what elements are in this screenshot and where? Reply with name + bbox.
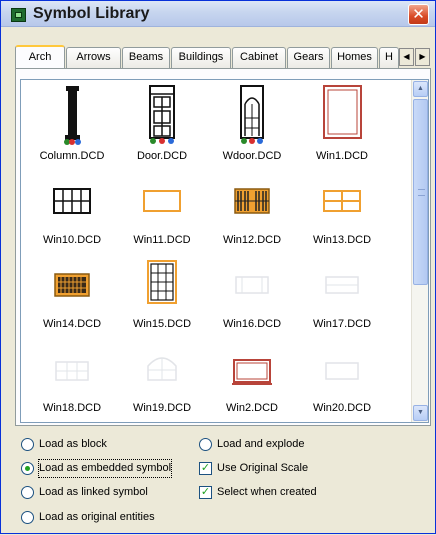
tab-buildings[interactable]: Buildings [171,47,231,68]
symbol-library-window: Symbol Library ✕ Arch Arrows Beams Build… [0,0,436,534]
symbol-item[interactable]: Win1.DCD [297,84,387,164]
symbol-label: Door.DCD [136,150,188,162]
window-sill-icon [207,336,297,398]
tab-bar: Arch Arrows Beams Buildings Cabinet Gear… [15,45,431,68]
symbol-label: Win15.DCD [132,318,192,330]
tab-scroll-left-button[interactable]: ◀ [399,48,414,66]
checkbox[interactable]: ✓ [199,486,212,499]
symbol-label: Win17.DCD [312,318,372,330]
column-icon [27,84,117,146]
symbol-item[interactable]: Win16.DCD [207,252,297,332]
radio-button[interactable] [21,511,34,524]
window-quad-icon [297,168,387,230]
symbol-item[interactable]: Win11.DCD [117,168,207,248]
door-icon [117,84,207,146]
symbol-label: Win11.DCD [133,234,191,246]
symbol-label: Wdoor.DCD [222,150,282,162]
wood-door-icon [207,84,297,146]
symbol-label: Win16.DCD [222,318,282,330]
symbol-item[interactable]: Win15.DCD [117,252,207,332]
radio-button[interactable] [21,486,34,499]
symbol-label: Win19.DCD [132,402,192,414]
option-label: Load as embedded symbol [37,459,173,478]
window-faint-icon [27,336,117,398]
symbol-item[interactable]: Win2.DCD [207,336,297,416]
symbol-label: Win14.DCD [42,318,102,330]
window-dense-icon [27,252,117,314]
radio-button[interactable] [21,438,34,451]
title-bar[interactable]: Symbol Library ✕ [1,1,435,27]
window-faint-icon [297,252,387,314]
scroll-thumb[interactable] [413,99,428,285]
tab-gears[interactable]: Gears [287,47,330,68]
option-label: Load as original entities [39,511,155,523]
symbol-item[interactable]: Win10.DCD [27,168,117,248]
symbol-label: Win10.DCD [42,234,102,246]
tab-overflow[interactable]: H [379,47,399,68]
close-button[interactable]: ✕ [408,4,429,25]
window-faint-icon [297,336,387,398]
symbol-label: Win12.DCD [222,234,282,246]
window-grid-icon [27,168,117,230]
option-label: Load and explode [217,438,305,450]
symbol-label: Win18.DCD [42,402,102,414]
symbol-label: Win1.DCD [316,150,368,162]
option-label: Load as block [39,438,107,450]
window-faint-icon [207,252,297,314]
symbol-item[interactable]: Win14.DCD [27,252,117,332]
window-bars-icon [207,168,297,230]
radio-button[interactable] [21,462,34,475]
tab-arrows[interactable]: Arrows [66,47,121,68]
symbol-label: Win13.DCD [312,234,372,246]
symbol-item[interactable]: Wdoor.DCD [207,84,297,164]
tab-scroll-right-button[interactable]: ▶ [415,48,430,66]
window-tall-grid-icon [117,252,207,314]
symbol-item[interactable]: Win20.DCD [297,336,387,416]
symbol-item[interactable]: Win17.DCD [297,252,387,332]
symbol-label: Win2.DCD [226,402,278,414]
symbol-item[interactable]: Win19.DCD [117,336,207,416]
app-icon-inner [15,12,22,18]
symbol-item[interactable]: Column.DCD [27,84,117,164]
app-icon [11,8,26,22]
tab-beams[interactable]: Beams [122,47,170,68]
option-label: Load as linked symbol [39,486,148,498]
checkbox[interactable]: ✓ [199,462,212,475]
symbol-label: Win20.DCD [312,402,372,414]
tab-homes[interactable]: Homes [331,47,378,68]
window-plain-icon [117,168,207,230]
symbol-item[interactable]: Win12.DCD [207,168,297,248]
symbol-list[interactable]: Column.DCD Door.DCD Wdoor.DCD Win1.DCD W… [20,79,429,423]
option-label: Select when created [217,486,317,498]
tab-cabinet[interactable]: Cabinet [232,47,286,68]
scroll-grip-icon [418,189,425,196]
load-options: Load as block Load as embedded symbol Lo… [1,429,436,535]
tab-arch[interactable]: Arch [15,45,65,68]
window-title: Symbol Library [33,5,150,22]
symbol-item[interactable]: Win13.DCD [297,168,387,248]
symbol-item[interactable]: Win18.DCD [27,336,117,416]
symbol-label: Column.DCD [39,150,105,162]
scroll-down-button[interactable]: ▼ [413,405,428,421]
radio-button[interactable] [199,438,212,451]
window-icon [297,84,387,146]
window-arch-faint-icon [117,336,207,398]
option-label: Use Original Scale [217,462,309,474]
scroll-up-button[interactable]: ▲ [413,81,428,97]
vertical-scrollbar[interactable]: ▲ ▼ [411,80,428,422]
symbol-item[interactable]: Door.DCD [117,84,207,164]
